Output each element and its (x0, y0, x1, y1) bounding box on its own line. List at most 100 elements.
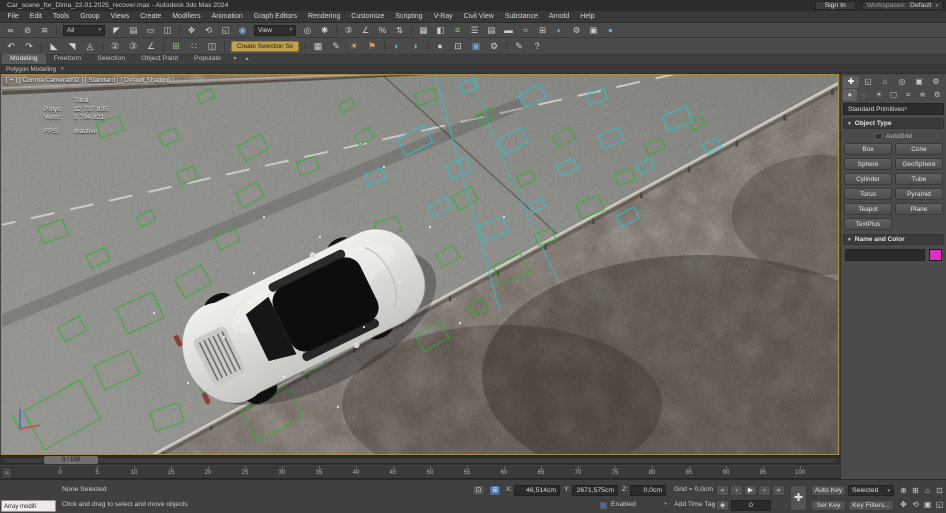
select-parent-icon[interactable]: ◥ (65, 40, 79, 53)
place-highlight-icon[interactable]: ⚑ (365, 40, 379, 53)
menu-item-customize[interactable]: Customize (346, 11, 390, 23)
auto-key-button[interactable]: Auto Key (811, 485, 846, 496)
angle-snap-icon[interactable]: ∠ (144, 40, 158, 53)
toggle-layer-explorer-icon[interactable]: ▤ (485, 24, 499, 37)
ribbon-tab-modeling[interactable]: Modeling (2, 54, 46, 64)
select-and-scale-icon[interactable]: ◱ (219, 24, 233, 37)
timeline-track[interactable] (2, 457, 838, 464)
orbit-icon[interactable]: ⟲ (910, 498, 921, 511)
go-to-start-button[interactable]: « (716, 485, 729, 496)
create-textplus-button[interactable]: TextPlus (844, 218, 892, 230)
create-plane-button[interactable]: Plane (895, 203, 943, 215)
menu-item-civil-view[interactable]: Civil View (458, 11, 499, 23)
vray-frame-buffer-icon[interactable]: ▣ (469, 40, 483, 53)
enabled-checkbox[interactable] (600, 502, 607, 509)
helpers-category-icon[interactable]: ⌗ (901, 89, 915, 101)
array-tool-icon[interactable]: ⊞ (169, 40, 183, 53)
timeline-ruler[interactable]: ≈ 05101520253035404550556065707580859095… (0, 465, 840, 479)
mini-curve-editor-icon[interactable]: ≈ (1, 467, 13, 479)
isolate-selection-icon[interactable]: ◬ (83, 40, 97, 53)
viewport-label[interactable]: [ + ] [ Corona Camera002 ] [ Standard ] … (6, 77, 174, 84)
percent-snap-toggle-icon[interactable]: % (376, 24, 390, 37)
previous-frame-button[interactable]: ‹ (730, 485, 743, 496)
sunlight-icon[interactable]: ☀ (347, 40, 361, 53)
material-override-icon[interactable]: ◐ (390, 40, 404, 53)
menu-item-tools[interactable]: Tools (47, 11, 74, 23)
object-color-swatch[interactable] (929, 249, 942, 261)
menu-item-group[interactable]: Group (75, 11, 105, 23)
name-and-color-rollout[interactable]: ▾ Name and Color (843, 234, 944, 245)
menu-item-scripting[interactable]: Scripting (390, 11, 428, 23)
timeline-slider[interactable]: 0 / 100 (0, 455, 840, 465)
menu-item-rendering[interactable]: Rendering (302, 11, 345, 23)
unlink-selection-icon[interactable]: ⊘ (21, 24, 35, 37)
autogrid-checkbox[interactable] (875, 133, 882, 140)
render-region-icon[interactable]: ⊡ (451, 40, 465, 53)
create-torus-button[interactable]: Torus (844, 188, 892, 200)
maximize-viewport-icon[interactable]: ▣ (922, 498, 933, 511)
create-pyramid-button[interactable]: Pyramid (895, 188, 943, 200)
absolute-mode-toggle-icon[interactable]: ⊞ (489, 485, 501, 496)
set-keys-button[interactable]: ✚ (790, 485, 807, 511)
select-and-move-icon[interactable]: ✥ (185, 24, 199, 37)
select-and-manipulate-icon[interactable]: ✱ (318, 24, 332, 37)
rendered-frame-window-icon[interactable]: ▣ (587, 24, 601, 37)
pan-icon[interactable]: ✥ (898, 498, 909, 511)
create-cone-button[interactable]: Cone (895, 143, 943, 155)
ribbon-tab-populate[interactable]: Populate (186, 54, 229, 64)
selected-dropdown[interactable]: Selected ▾ (848, 485, 894, 496)
menu-item-v-ray[interactable]: V-Ray (428, 11, 458, 23)
menu-item-substance[interactable]: Substance (499, 11, 543, 23)
go-to-end-button[interactable]: » (772, 485, 785, 496)
current-frame-field[interactable]: 0 (731, 500, 771, 511)
toggle-ribbon-icon[interactable]: ▬ (502, 24, 516, 37)
menu-item-graph-editors[interactable]: Graph Editors (248, 11, 302, 23)
toggle-scene-explorer-icon[interactable]: ☰ (468, 24, 482, 37)
bind-to-space-warp-icon[interactable]: ≋ (38, 24, 52, 37)
zoom-icon[interactable]: ⊕ (898, 484, 909, 497)
key-filters-button[interactable]: Key Filters... (848, 500, 894, 511)
primitives-dropdown[interactable]: Standard Primitives ▾ (843, 103, 944, 115)
maxscript-mini-listener[interactable]: Array modifi (1, 500, 56, 512)
menu-item-create[interactable]: Create (135, 11, 167, 23)
select-by-name-icon[interactable]: ▤ (127, 24, 141, 37)
viewport-canvas[interactable] (2, 75, 838, 454)
viewport[interactable]: [ + ] [ Corona Camera002 ] [ Standard ] … (1, 74, 839, 455)
select-child-icon[interactable]: ◣ (47, 40, 61, 53)
ribbon-tab-freeform[interactable]: Freeform (46, 54, 90, 64)
zoom-extents-icon[interactable]: ⌂ (922, 484, 933, 497)
spacing-tool-icon[interactable]: ∷ (187, 40, 201, 53)
create-tab-icon[interactable]: ✚ (843, 76, 859, 88)
selection-lock-toggle-icon[interactable]: ⊡ (472, 485, 485, 496)
menu-item-views[interactable]: Views (105, 11, 135, 23)
render-setup-icon[interactable]: ⚙ (570, 24, 584, 37)
cameras-category-icon[interactable]: ▢ (887, 89, 901, 101)
clone-icon[interactable]: ◫ (205, 40, 219, 53)
reference-coordinate-dropdown[interactable]: View▾ (254, 25, 296, 36)
vray-settings-icon[interactable]: ⚙ (487, 40, 501, 53)
menu-item-modifiers[interactable]: Modifiers (167, 11, 206, 23)
create-sphere-button[interactable]: Sphere (844, 158, 892, 170)
ribbon-pin-icon[interactable]: ▴ (241, 54, 253, 64)
spinner-snap-toggle-icon[interactable]: ⇅ (393, 24, 407, 37)
y-coord-field[interactable]: 2671,575cm (572, 485, 618, 496)
ribbon-strip[interactable]: Polygon Modeling ▾ (0, 65, 946, 74)
create-teapot-button[interactable]: Teapot (844, 203, 892, 215)
snap-2d-icon[interactable]: ② (108, 40, 122, 53)
create-tube-button[interactable]: Tube (895, 173, 943, 185)
sign-in-button[interactable]: Sign In (815, 1, 856, 10)
utilities-tab-icon[interactable]: ⚙ (928, 76, 944, 88)
display-tab-icon[interactable]: ▣ (911, 76, 927, 88)
select-object-icon[interactable]: ◤ (110, 24, 124, 37)
menu-item-help[interactable]: Help (575, 11, 600, 23)
systems-category-icon[interactable]: ⚙ (930, 89, 944, 101)
select-and-rotate-icon[interactable]: ⟲ (202, 24, 216, 37)
key-mode-toggle-icon[interactable]: ◈ (716, 500, 729, 511)
material-editor-icon[interactable]: ◐ (553, 24, 567, 37)
time-slider-thumb[interactable]: 0 / 100 (44, 456, 98, 464)
next-frame-button[interactable]: › (758, 485, 771, 496)
help-icon[interactable]: ? (530, 40, 544, 53)
angle-snap-toggle-icon[interactable]: ∠ (359, 24, 373, 37)
light-mix-icon[interactable]: ◑ (408, 40, 422, 53)
paint-selection-icon[interactable]: ✎ (329, 40, 343, 53)
